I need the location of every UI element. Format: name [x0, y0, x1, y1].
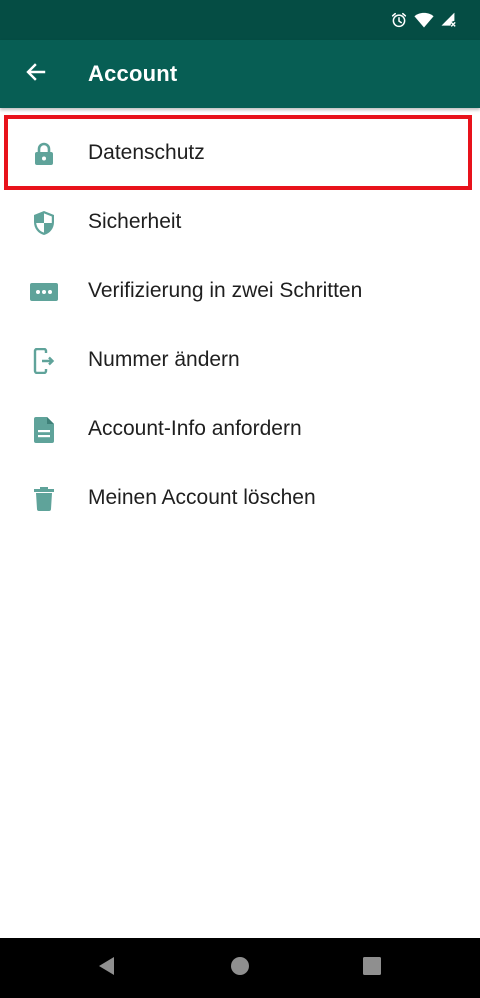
nav-home-button[interactable]	[226, 954, 254, 982]
menu-item-change-number[interactable]: Nummer ändern	[0, 326, 480, 395]
alarm-icon	[390, 11, 408, 29]
status-bar	[0, 0, 480, 40]
menu-item-security[interactable]: Sicherheit	[0, 188, 480, 257]
menu-item-delete-account[interactable]: Meinen Account löschen	[0, 464, 480, 533]
phone-change-icon	[30, 347, 58, 375]
menu-item-label: Datenschutz	[88, 141, 205, 164]
wifi-icon	[414, 11, 434, 29]
settings-list: Datenschutz Sicherheit Verifizierung in …	[0, 119, 480, 533]
app-bar: Account	[0, 40, 480, 108]
lock-icon	[30, 140, 58, 168]
arrow-back-icon	[24, 60, 48, 89]
menu-item-label: Nummer ändern	[88, 348, 240, 371]
nav-recents-button[interactable]	[358, 954, 386, 982]
shield-icon	[30, 209, 58, 237]
page-title: Account	[88, 61, 178, 86]
status-icons	[390, 8, 456, 32]
home-circle-icon	[230, 956, 250, 981]
menu-item-label: Account-Info anfordern	[88, 417, 302, 440]
back-button[interactable]	[14, 52, 58, 96]
recents-square-icon	[362, 956, 382, 981]
screen: Account Datenschutz Sicherheit Verifizie…	[0, 0, 480, 998]
menu-item-request-account-info[interactable]: Account-Info anfordern	[0, 395, 480, 464]
password-dots-icon	[30, 278, 58, 306]
menu-item-label: Verifizierung in zwei Schritten	[88, 279, 363, 302]
menu-item-label: Meinen Account löschen	[88, 486, 316, 509]
menu-item-privacy[interactable]: Datenschutz	[0, 119, 480, 188]
cellular-no-signal-icon	[440, 11, 456, 29]
back-triangle-icon	[97, 956, 117, 981]
system-nav-bar	[0, 938, 480, 998]
menu-item-label: Sicherheit	[88, 210, 182, 233]
nav-back-button[interactable]	[93, 954, 121, 982]
menu-item-two-step-verification[interactable]: Verifizierung in zwei Schritten	[0, 257, 480, 326]
document-icon	[30, 416, 58, 444]
trash-icon	[30, 485, 58, 513]
